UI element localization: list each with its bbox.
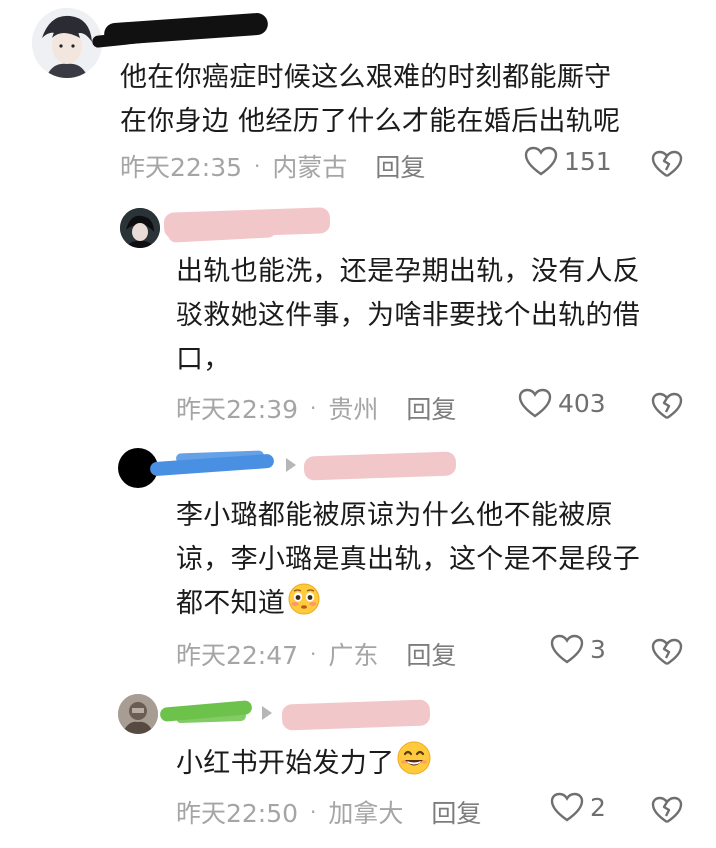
reply-button[interactable]: 回复 xyxy=(375,148,425,184)
reply-button[interactable]: 回复 xyxy=(406,636,456,672)
comment-time: 昨天22:35 xyxy=(120,153,243,182)
avatar[interactable] xyxy=(120,208,160,248)
redacted-reply-target xyxy=(303,451,457,481)
comment-text-line: 谅，李小璐是真出轨，这个是不是段子 xyxy=(176,544,641,575)
like-count: 403 xyxy=(558,388,606,418)
comment-time: 昨天22:50 xyxy=(176,799,299,828)
comment-2: 出轨也能洗，还是孕期出轨，没有人反 驳救她这件事，为啥非要找个出轨的借 口， 昨… xyxy=(0,196,716,436)
like-count: 3 xyxy=(590,634,606,664)
separator-dot: · xyxy=(254,154,261,178)
separator-dot: · xyxy=(310,800,317,824)
comment-text: 出轨也能洗，还是孕期出轨，没有人反 驳救她这件事，为啥非要找个出轨的借 口， xyxy=(176,250,706,382)
comment-4: 小红书开始发力了 昨天22:50 · 加拿大 回复 2 xyxy=(0,688,716,848)
comment-text-line: 李小璐都能被原谅为什么他不能被原 xyxy=(176,500,613,531)
comment-meta: 昨天22:47 · 广东 回复 xyxy=(176,636,456,672)
flushed-face-emoji xyxy=(287,582,321,630)
heart-outline-icon xyxy=(550,792,584,822)
avatar[interactable] xyxy=(118,694,158,734)
redacted-username-stroke xyxy=(175,710,247,724)
broken-heart-icon[interactable] xyxy=(651,150,683,178)
separator-dot: · xyxy=(310,396,317,420)
heart-outline-icon xyxy=(524,146,558,176)
comment-text-line: 都不知道 xyxy=(176,582,706,630)
comment-meta: 昨天22:35 · 内蒙古 回复 xyxy=(120,148,425,184)
comment-3: 李小璐都能被原谅为什么他不能被原 谅，李小璐是真出轨，这个是不是段子 都不知道 … xyxy=(0,440,716,684)
comment-location: 加拿大 xyxy=(328,799,404,828)
comment-location: 广东 xyxy=(328,641,379,670)
reply-arrow-icon xyxy=(286,458,296,472)
comment-text-line: 小红书开始发力了 xyxy=(176,740,706,790)
comment-location: 贵州 xyxy=(328,395,379,424)
separator-dot: · xyxy=(310,642,317,666)
like-count: 151 xyxy=(564,146,612,176)
reply-button[interactable]: 回复 xyxy=(431,794,481,830)
comment-text-line: 他在你癌症时候这么艰难的时刻都能厮守 xyxy=(120,62,612,93)
comment-text: 李小璐都能被原谅为什么他不能被原 谅，李小璐是真出轨，这个是不是段子 都不知道 xyxy=(176,494,706,630)
comment-meta: 昨天22:39 · 贵州 回复 xyxy=(176,390,456,426)
comment-time: 昨天22:39 xyxy=(176,395,299,424)
comment-text-line: 口， xyxy=(176,344,231,375)
comment-text-line: 在你身边 他经历了什么才能在婚后出轨呢 xyxy=(120,106,621,137)
comment-text-line: 驳救她这件事，为啥非要找个出轨的借 xyxy=(176,300,641,331)
like-button[interactable]: 3 xyxy=(550,634,606,664)
redacted-reply-target xyxy=(281,699,431,731)
broken-heart-icon[interactable] xyxy=(651,392,683,420)
comment-text-line: 出轨也能洗，还是孕期出轨，没有人反 xyxy=(176,256,641,287)
comment-location: 内蒙古 xyxy=(272,153,348,182)
comment-1: 他在你癌症时候这么艰难的时刻都能厮守 在你身边 他经历了什么才能在婚后出轨呢 昨… xyxy=(0,0,716,190)
broken-heart-icon[interactable] xyxy=(651,638,683,666)
reply-button[interactable]: 回复 xyxy=(406,390,456,426)
heart-outline-icon xyxy=(518,388,552,418)
comment-text-fragment: 小红书开始发力了 xyxy=(176,748,395,779)
reply-arrow-icon xyxy=(262,706,272,720)
heart-outline-icon xyxy=(550,634,584,664)
like-count: 2 xyxy=(590,792,606,822)
comment-text: 小红书开始发力了 xyxy=(176,740,706,790)
broken-heart-icon[interactable] xyxy=(651,796,683,824)
comment-time: 昨天22:47 xyxy=(176,641,299,670)
comment-meta: 昨天22:50 · 加拿大 回复 xyxy=(176,794,481,830)
like-button[interactable]: 151 xyxy=(524,146,612,176)
like-button[interactable]: 2 xyxy=(550,792,606,822)
smiling-face-emoji xyxy=(396,740,432,790)
comment-text: 他在你癌症时候这么艰难的时刻都能厮守 在你身边 他经历了什么才能在婚后出轨呢 xyxy=(120,56,710,144)
like-button[interactable]: 403 xyxy=(518,388,606,418)
comment-text-fragment: 都不知道 xyxy=(176,588,286,619)
